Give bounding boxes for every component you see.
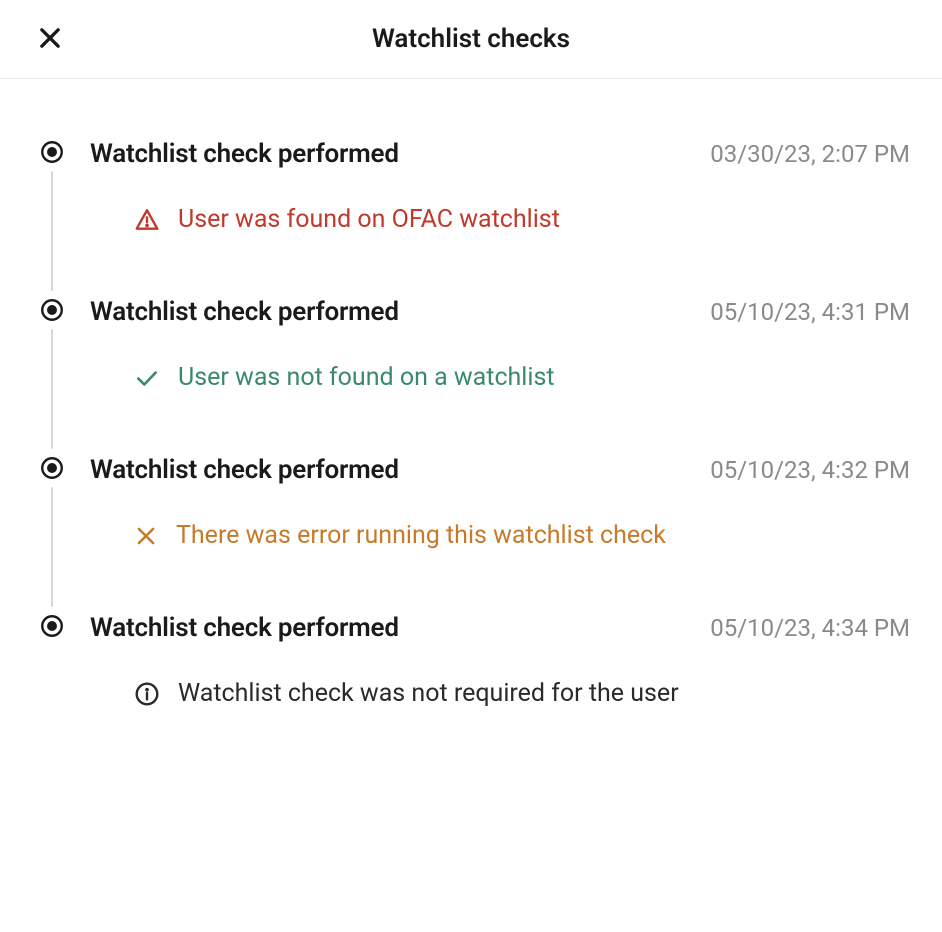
close-button[interactable] xyxy=(32,20,68,59)
target-icon xyxy=(39,297,65,323)
timeline-item-timestamp: 05/10/23, 4:32 PM xyxy=(710,456,910,484)
target-icon xyxy=(39,139,65,165)
info-icon xyxy=(134,681,160,707)
timeline-item-title: Watchlist check performed xyxy=(90,139,399,169)
timeline-marker xyxy=(32,297,72,455)
target-icon xyxy=(39,613,65,639)
timeline-marker xyxy=(32,455,72,613)
timeline-item: Watchlist check performed 05/10/23, 4:34… xyxy=(32,613,910,732)
timeline-item-result: User was found on OFAC watchlist xyxy=(90,205,910,234)
header: Watchlist checks xyxy=(0,0,942,79)
timeline-item-result-text: There was error running this watchlist c… xyxy=(176,521,666,550)
timeline-item: Watchlist check performed 03/30/23, 2:07… xyxy=(32,139,910,297)
timeline-connector xyxy=(51,487,53,607)
x-icon xyxy=(134,524,158,548)
timeline-item-timestamp: 03/30/23, 2:07 PM xyxy=(710,140,910,168)
timeline-item-result-text: User was found on OFAC watchlist xyxy=(178,205,560,234)
timeline-body: Watchlist check performed 05/10/23, 4:32… xyxy=(72,455,910,613)
timeline-item-header: Watchlist check performed 05/10/23, 4:32… xyxy=(90,455,910,485)
timeline-item-title: Watchlist check performed xyxy=(90,297,399,327)
timeline-item-result: Watchlist check was not required for the… xyxy=(90,679,910,708)
timeline-item-result: There was error running this watchlist c… xyxy=(90,521,910,550)
timeline-body: Watchlist check performed 05/10/23, 4:31… xyxy=(72,297,910,455)
timeline-marker xyxy=(32,613,72,732)
timeline-item-timestamp: 05/10/23, 4:31 PM xyxy=(710,298,910,326)
timeline-item-title: Watchlist check performed xyxy=(90,613,399,643)
timeline-item-result: User was not found on a watchlist xyxy=(90,363,910,392)
timeline-marker xyxy=(32,139,72,297)
timeline-item-result-text: User was not found on a watchlist xyxy=(178,363,555,392)
close-icon xyxy=(36,24,64,55)
timeline-body: Watchlist check performed 03/30/23, 2:07… xyxy=(72,139,910,297)
timeline-item: Watchlist check performed 05/10/23, 4:32… xyxy=(32,455,910,613)
timeline-item-timestamp: 05/10/23, 4:34 PM xyxy=(710,614,910,642)
timeline-item-header: Watchlist check performed 05/10/23, 4:34… xyxy=(90,613,910,643)
timeline-item-header: Watchlist check performed 03/30/23, 2:07… xyxy=(90,139,910,169)
timeline-item: Watchlist check performed 05/10/23, 4:31… xyxy=(32,297,910,455)
page-title: Watchlist checks xyxy=(372,24,570,54)
alert-triangle-icon xyxy=(134,207,160,233)
timeline-item-title: Watchlist check performed xyxy=(90,455,399,485)
timeline: Watchlist check performed 03/30/23, 2:07… xyxy=(0,79,942,764)
timeline-body: Watchlist check performed 05/10/23, 4:34… xyxy=(72,613,910,732)
timeline-connector xyxy=(51,329,53,449)
timeline-item-header: Watchlist check performed 05/10/23, 4:31… xyxy=(90,297,910,327)
target-icon xyxy=(39,455,65,481)
check-icon xyxy=(134,365,160,391)
timeline-connector xyxy=(51,171,53,291)
timeline-item-result-text: Watchlist check was not required for the… xyxy=(178,679,679,708)
